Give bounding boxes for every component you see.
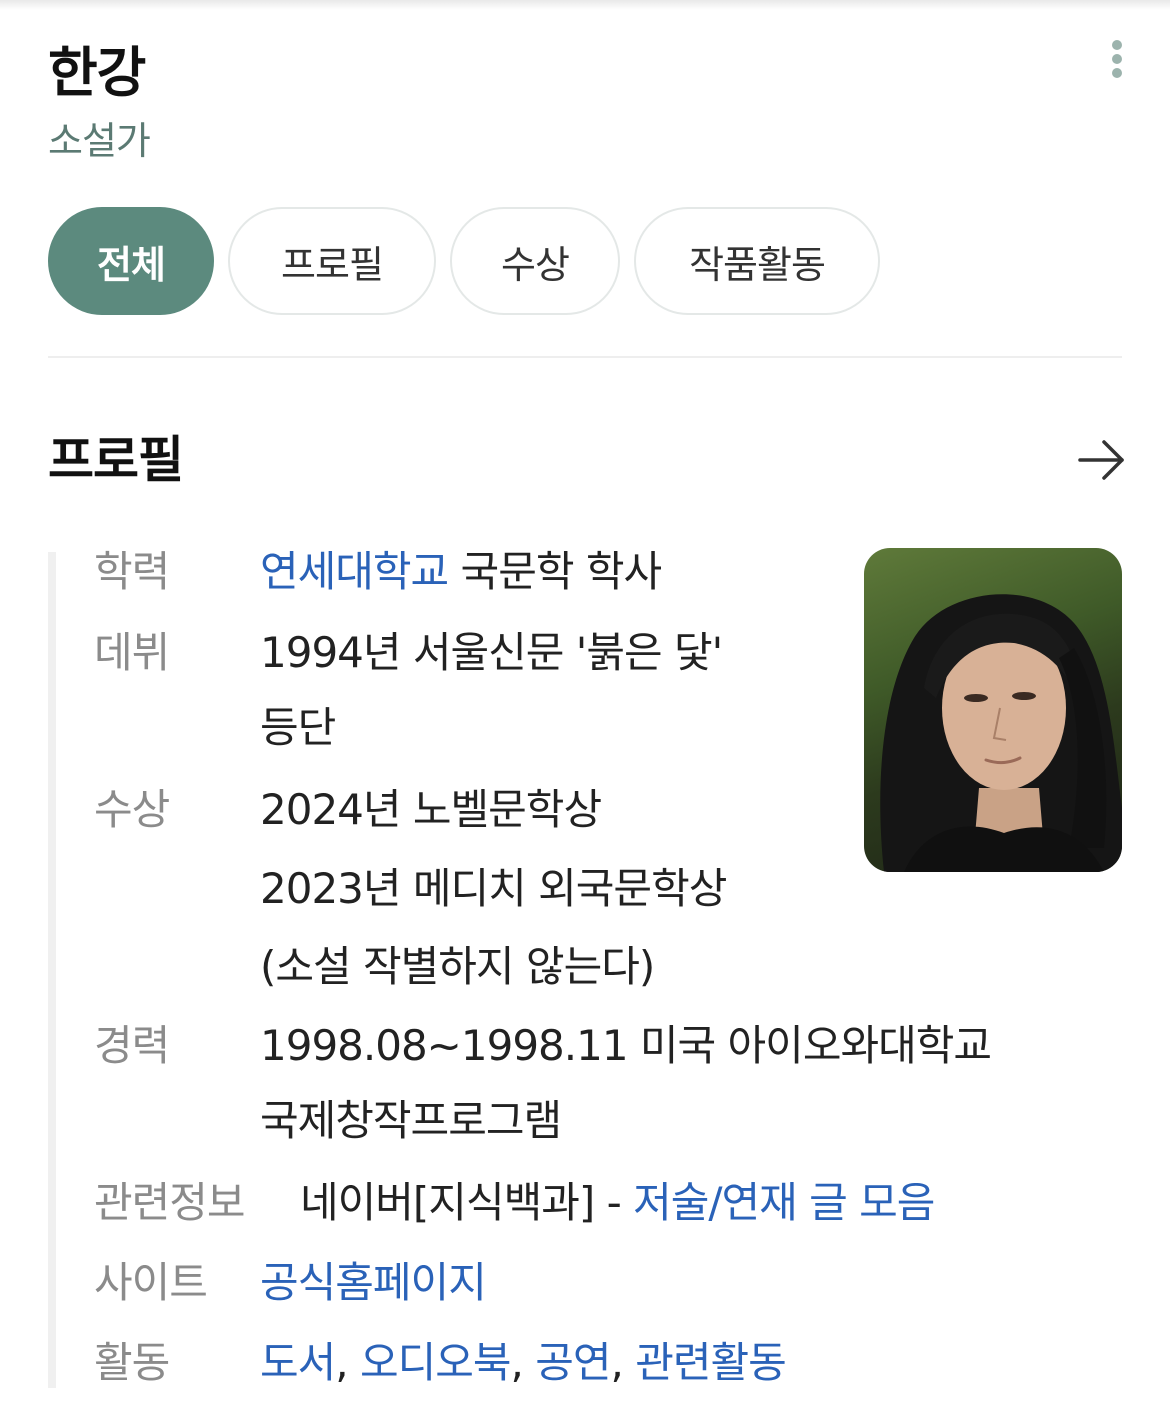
official-homepage-link[interactable]: 공식홈페이지 bbox=[260, 1258, 487, 1307]
activity-label: 활동 bbox=[94, 1338, 170, 1387]
tab-all[interactable]: 전체 bbox=[48, 207, 214, 315]
more-vertical-icon-dot bbox=[1112, 54, 1122, 64]
profile-photo[interactable] bbox=[864, 548, 1122, 872]
awards-line3: (소설 작별하지 않는다) bbox=[260, 942, 655, 991]
activity-value: 도서, 오디오북, 공연, 관련활동 bbox=[260, 1338, 787, 1388]
tab-profile[interactable]: 프로필 bbox=[228, 207, 436, 315]
career-line1: 1998.08~1998.11 미국 아이오와대학교 bbox=[260, 1021, 992, 1070]
related-value: 네이버[지식백과] - 저술/연재 글 모음 bbox=[300, 1178, 935, 1228]
section-title: 프로필 bbox=[48, 431, 184, 489]
related-source: 네이버[지식백과] - bbox=[300, 1178, 634, 1227]
tab-works[interactable]: 작품활동 bbox=[634, 207, 880, 315]
activity-link-performance[interactable]: 공연 bbox=[535, 1338, 611, 1387]
activity-link-related[interactable]: 관련활동 bbox=[635, 1338, 787, 1387]
activity-link-books[interactable]: 도서 bbox=[260, 1338, 336, 1387]
more-vertical-icon bbox=[1112, 40, 1122, 50]
arrow-right-icon bbox=[1078, 440, 1124, 480]
education-label: 학력 bbox=[94, 547, 170, 596]
debut-line1: 1994년 서울신문 '붉은 닻' bbox=[260, 628, 723, 677]
related-link[interactable]: 저술/연재 글 모음 bbox=[633, 1178, 935, 1227]
site-value: 공식홈페이지 bbox=[260, 1258, 487, 1308]
portrait-image bbox=[880, 594, 1122, 872]
tab-awards[interactable]: 수상 bbox=[450, 207, 620, 315]
awards-line2: 2023년 메디치 외국문학상 bbox=[260, 864, 727, 913]
activity-separator: , bbox=[335, 1338, 360, 1387]
site-label: 사이트 bbox=[94, 1258, 208, 1307]
related-label: 관련정보 bbox=[94, 1178, 246, 1227]
education-school-link[interactable]: 연세대학교 bbox=[260, 547, 449, 596]
more-vertical-icon-dot bbox=[1112, 68, 1122, 78]
profile-more-button[interactable] bbox=[1074, 432, 1130, 488]
activity-separator: , bbox=[510, 1338, 536, 1387]
activity-separator: , bbox=[610, 1338, 636, 1387]
career-label: 경력 bbox=[94, 1021, 170, 1070]
debut-line2: 등단 bbox=[260, 703, 336, 752]
knowledge-panel: 한강 소설가 전체 프로필 수상 작품활동 프로필 학력 연세대학교 국문학 학… bbox=[0, 0, 1170, 1422]
top-shadow bbox=[0, 0, 1170, 10]
more-options-button[interactable] bbox=[1100, 36, 1134, 82]
awards-line1: 2024년 노벨문학상 bbox=[260, 785, 602, 834]
awards-label: 수상 bbox=[94, 785, 170, 834]
debut-label: 데뷔 bbox=[94, 628, 170, 677]
page-subtitle: 소설가 bbox=[48, 119, 151, 163]
education-value: 연세대학교 국문학 학사 bbox=[260, 547, 663, 597]
page-title: 한강 bbox=[48, 41, 146, 104]
career-line2: 국제창작프로그램 bbox=[260, 1096, 562, 1145]
profile-side-bar bbox=[48, 552, 56, 1388]
activity-link-audiobook[interactable]: 오디오북 bbox=[360, 1338, 512, 1387]
divider bbox=[48, 356, 1122, 358]
education-degree: 국문학 학사 bbox=[448, 547, 663, 596]
